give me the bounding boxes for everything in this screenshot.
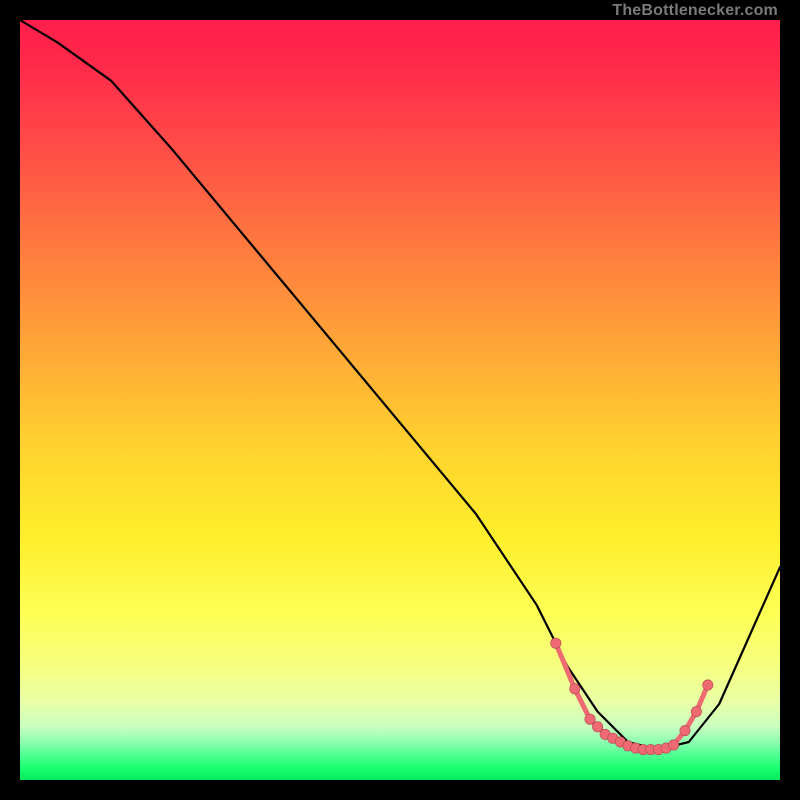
marker-dot: [585, 714, 595, 724]
marker-dot: [570, 684, 580, 694]
chart-frame: TheBottlenecker.com: [20, 20, 780, 780]
chart-svg: [20, 20, 780, 780]
marker-dot: [668, 740, 678, 750]
bottleneck-curve: [20, 20, 780, 750]
attribution-text: TheBottlenecker.com: [612, 2, 778, 20]
marker-dot: [592, 722, 602, 732]
marker-dot: [680, 725, 690, 735]
marker-dot: [551, 638, 561, 648]
marker-dot: [691, 706, 701, 716]
marker-dot: [703, 680, 713, 690]
